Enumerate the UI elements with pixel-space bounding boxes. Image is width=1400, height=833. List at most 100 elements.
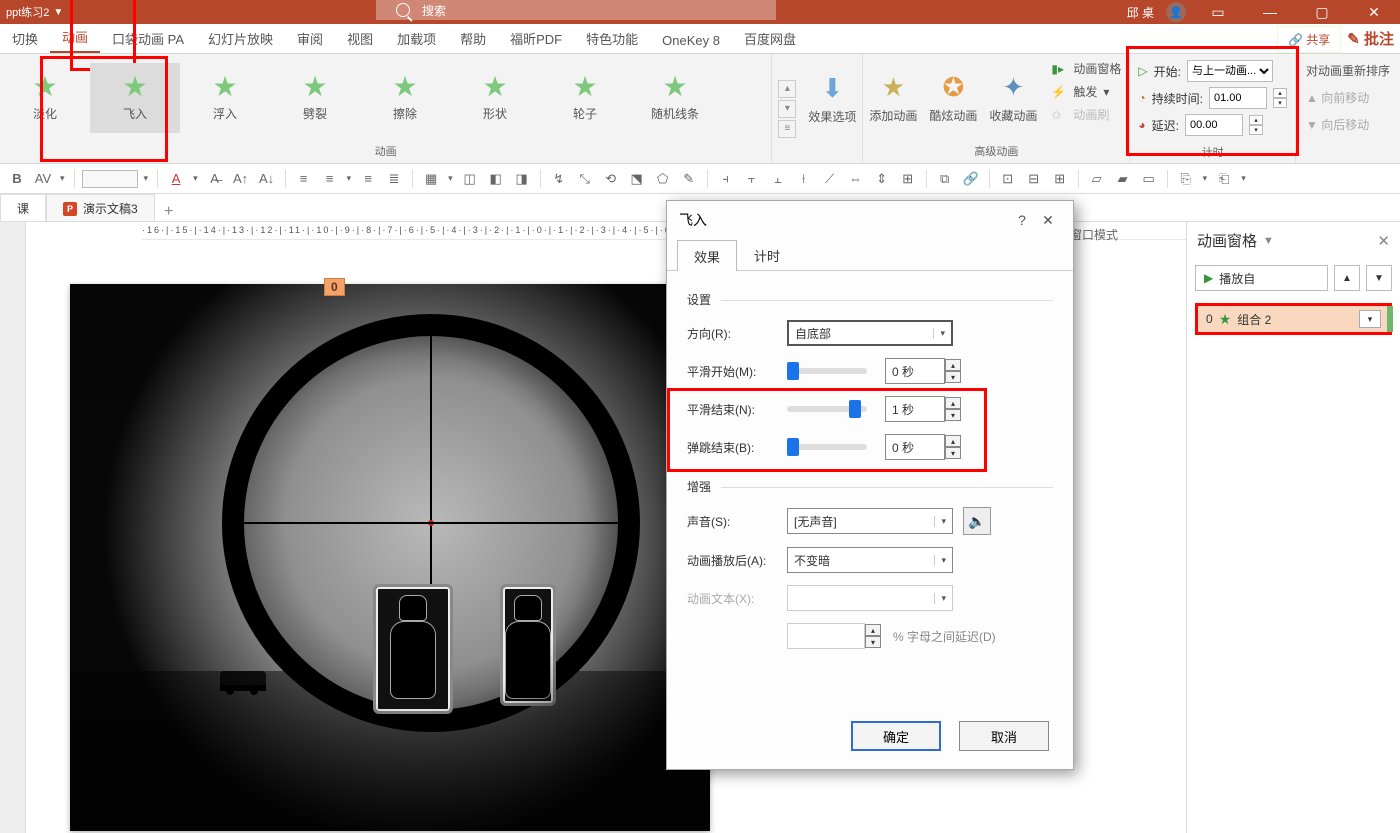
grid-button[interactable]: ▦: [420, 168, 442, 190]
new-tab-button[interactable]: +: [155, 203, 183, 221]
smooth-end-value[interactable]: 1 秒: [885, 396, 945, 422]
ribbon-tab-审阅[interactable]: 审阅: [285, 23, 335, 53]
copy-slide-button[interactable]: ⎘: [1175, 168, 1197, 190]
font-color-button[interactable]: A: [165, 168, 187, 190]
smooth-start-spin[interactable]: ▴▾: [945, 359, 961, 383]
tool-d[interactable]: ⬔: [626, 168, 648, 190]
start-select[interactable]: 与上一动画...: [1187, 60, 1273, 82]
ribbon-tab-幻灯片放映[interactable]: 幻灯片放映: [196, 23, 285, 53]
ribbon-tab-视图[interactable]: 视图: [335, 23, 385, 53]
animation-形状[interactable]: ★形状: [450, 63, 540, 133]
selection-pane-button[interactable]: ▭: [1138, 168, 1160, 190]
bounce-end-value[interactable]: 0 秒: [885, 434, 945, 460]
duration-input[interactable]: [1209, 87, 1267, 109]
add-animation-button[interactable]: ★添加动画: [863, 54, 923, 141]
avatar[interactable]: 👤: [1166, 2, 1186, 22]
slide-thumbnail-pane[interactable]: [0, 222, 26, 833]
smooth-start-slider[interactable]: [787, 368, 867, 374]
align-tool4[interactable]: ⟊: [793, 168, 815, 190]
smooth-end-spin[interactable]: ▴▾: [945, 397, 961, 421]
align-right-button[interactable]: ≡: [357, 168, 379, 190]
animation-随机线条[interactable]: ★随机线条: [630, 63, 720, 133]
favorite-animation-button[interactable]: ✦收藏动画: [983, 54, 1043, 141]
regroup-button[interactable]: ⊞: [1049, 168, 1071, 190]
doc-tab-1[interactable]: 课: [0, 194, 46, 221]
effect-options-button[interactable]: ⬇效果选项: [802, 54, 862, 144]
ribbon-tab-动画[interactable]: 动画: [50, 21, 100, 53]
delay-spin[interactable]: ▴▾: [1249, 115, 1263, 135]
ribbon-tab-帮助[interactable]: 帮助: [448, 23, 498, 53]
dist-v-button[interactable]: ⇕: [871, 168, 893, 190]
maximize-icon[interactable]: ▢: [1302, 1, 1342, 23]
cancel-button[interactable]: 取消: [959, 721, 1049, 751]
fill-color-picker[interactable]: [82, 170, 138, 188]
align-tool5[interactable]: ⟋: [819, 168, 841, 190]
align-center-button[interactable]: ≡: [319, 168, 341, 190]
animation-飞入[interactable]: ★飞入: [90, 63, 180, 133]
animation-item[interactable]: 0 ★ 组合 2 ▾: [1195, 303, 1392, 335]
align-left-button[interactable]: ≡: [293, 168, 315, 190]
dialog-close-icon[interactable]: ✕: [1035, 212, 1061, 229]
close-icon[interactable]: ✕: [1354, 1, 1394, 23]
animation-擦除[interactable]: ★擦除: [360, 63, 450, 133]
share-button[interactable]: 🔗 共享: [1277, 26, 1341, 53]
bounce-end-slider[interactable]: [787, 444, 867, 450]
animation-淡化[interactable]: ★淡化: [0, 63, 90, 133]
align-tool1[interactable]: ⫞: [715, 168, 737, 190]
tool-c[interactable]: ⟲: [600, 168, 622, 190]
paste-slide-button[interactable]: ⎗: [1213, 168, 1235, 190]
ribbon-tab-百度网盘[interactable]: 百度网盘: [732, 23, 808, 53]
search-box[interactable]: 搜索: [376, 0, 776, 20]
chain-icon[interactable]: ⧉: [934, 168, 956, 190]
tab-timing[interactable]: 计时: [737, 239, 797, 270]
after-animation-combo[interactable]: 不变暗▾: [787, 547, 953, 573]
doc-dropdown-icon[interactable]: ▼: [53, 7, 63, 18]
trigger-button[interactable]: ⚡触发 ▾: [1051, 83, 1121, 100]
bounce-end-spin[interactable]: ▴▾: [945, 435, 961, 459]
link-icon[interactable]: 🔗: [960, 168, 982, 190]
ungroup-button[interactable]: ⊟: [1023, 168, 1045, 190]
char-spacing-button[interactable]: AV: [32, 168, 54, 190]
pane-close-icon[interactable]: ✕: [1377, 232, 1390, 250]
decrease-font-button[interactable]: A↓: [256, 168, 278, 190]
animation-浮入[interactable]: ★浮入: [180, 63, 270, 133]
gallery-scroll[interactable]: ▴▾≡: [772, 54, 802, 163]
tool-a[interactable]: ↯: [548, 168, 570, 190]
align-tool3[interactable]: ⫠: [767, 168, 789, 190]
animation-轮子[interactable]: ★轮子: [540, 63, 630, 133]
animation-number-tag[interactable]: 0: [324, 278, 345, 296]
ribbon-tab-特色功能[interactable]: 特色功能: [574, 23, 650, 53]
animation-pane-button[interactable]: ▮▸动画窗格: [1051, 60, 1121, 77]
shape1-button[interactable]: ◫: [459, 168, 481, 190]
duration-spin[interactable]: ▴▾: [1273, 88, 1287, 108]
pentagon-icon[interactable]: ⬠: [652, 168, 674, 190]
smooth-start-value[interactable]: 0 秒: [885, 358, 945, 384]
minimize-icon[interactable]: —: [1250, 1, 1290, 23]
item-menu-icon[interactable]: ▾: [1359, 310, 1381, 328]
increase-font-button[interactable]: A↑: [230, 168, 252, 190]
align-tool2[interactable]: ⫟: [741, 168, 763, 190]
group-button[interactable]: ⊡: [997, 168, 1019, 190]
misc1-button[interactable]: ⊞: [897, 168, 919, 190]
pane-options-icon[interactable]: ▼: [1263, 235, 1274, 247]
help-icon[interactable]: ?: [1009, 212, 1035, 228]
tool-b[interactable]: ⤡: [574, 168, 596, 190]
dist-h-button[interactable]: ⇔: [845, 168, 867, 190]
sound-combo[interactable]: [无声音]▾: [787, 508, 953, 534]
annotate-button[interactable]: 批注: [1341, 24, 1400, 53]
ok-button[interactable]: 确定: [851, 721, 941, 751]
send-back-button[interactable]: ▰: [1112, 168, 1134, 190]
shape3-button[interactable]: ◨: [511, 168, 533, 190]
move-up-button[interactable]: ▲: [1334, 265, 1360, 291]
slide[interactable]: [70, 284, 710, 831]
justify-button[interactable]: ≣: [383, 168, 405, 190]
smooth-end-slider[interactable]: [787, 406, 867, 412]
bold-button[interactable]: B: [6, 168, 28, 190]
animation-劈裂[interactable]: ★劈裂: [270, 63, 360, 133]
cool-animation-button[interactable]: ✪酷炫动画: [923, 54, 983, 141]
ribbon-tab-口袋动画 PA[interactable]: 口袋动画 PA: [100, 23, 196, 53]
ribbon-tab-加载项[interactable]: 加载项: [385, 23, 448, 53]
ribbon-tab-切换[interactable]: 切换: [0, 23, 50, 53]
ribbon-tab-OneKey 8[interactable]: OneKey 8: [650, 27, 732, 53]
tab-effect[interactable]: 效果: [677, 240, 737, 271]
